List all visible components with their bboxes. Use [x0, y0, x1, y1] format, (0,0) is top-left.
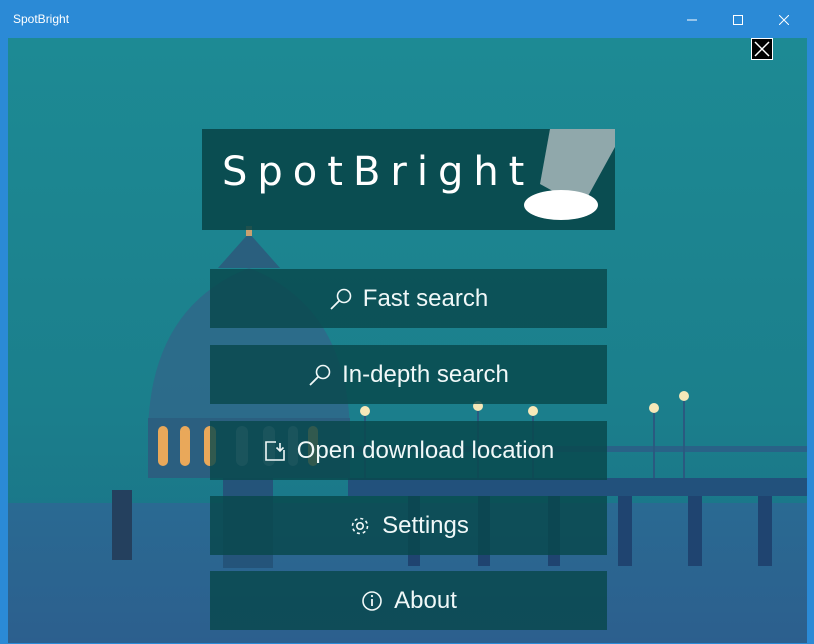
spotlight-icon [524, 129, 615, 220]
fast-search-button[interactable]: Fast search [210, 269, 607, 328]
search-icon [329, 287, 353, 311]
overlay-close-button[interactable] [751, 38, 773, 60]
title-bar[interactable]: SpotBright [1, 1, 813, 38]
close-icon [754, 41, 770, 57]
in-depth-search-label: In-depth search [342, 360, 509, 388]
maximize-icon [733, 14, 743, 25]
folder-open-icon [263, 439, 287, 463]
window-title: SpotBright [13, 12, 70, 26]
about-button[interactable]: About [210, 571, 607, 630]
open-download-location-button[interactable]: Open download location [210, 421, 607, 480]
open-download-location-label: Open download location [296, 436, 555, 464]
fast-search-label: Fast search [362, 284, 489, 312]
info-icon [360, 589, 384, 613]
app-window: SpotBright SpotBright Fast search In-dep… [0, 0, 814, 644]
minimize-button[interactable] [669, 1, 715, 38]
search-icon [308, 363, 332, 387]
logo-text: SpotBright [222, 149, 535, 195]
close-icon [779, 14, 789, 25]
settings-button[interactable]: Settings [210, 496, 607, 555]
app-logo: SpotBright [202, 129, 615, 230]
app-content: SpotBright Fast search In-depth search O… [8, 38, 807, 643]
in-depth-search-button[interactable]: In-depth search [210, 345, 607, 404]
gear-icon [348, 514, 372, 538]
about-label: About [394, 586, 457, 614]
minimize-icon [687, 19, 697, 20]
close-button[interactable] [761, 1, 807, 38]
maximize-button[interactable] [715, 1, 761, 38]
settings-label: Settings [382, 511, 469, 539]
